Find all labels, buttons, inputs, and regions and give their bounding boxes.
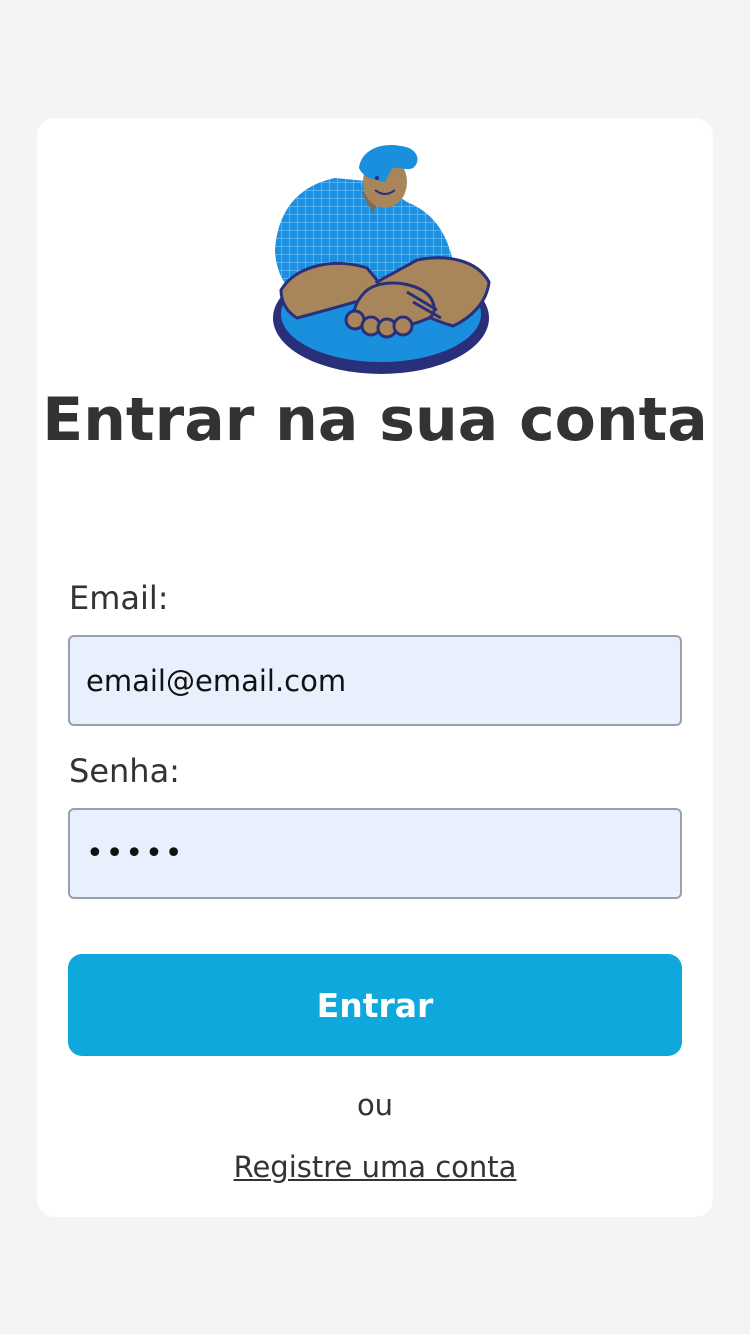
email-field[interactable] [68, 635, 682, 726]
handshake-illustration [257, 142, 493, 382]
register-link[interactable]: Registre uma conta [234, 1150, 517, 1184]
login-card: Entrar na sua conta Email: Senha: Entrar… [37, 118, 713, 1217]
email-label: Email: [69, 579, 169, 617]
password-field[interactable] [68, 808, 682, 899]
submit-button[interactable]: Entrar [68, 954, 682, 1056]
page-title: Entrar na sua conta [42, 385, 708, 455]
register-link-container: Registre uma conta [37, 1150, 713, 1184]
password-label: Senha: [69, 752, 180, 790]
or-divider-text: ou [356, 1088, 394, 1122]
